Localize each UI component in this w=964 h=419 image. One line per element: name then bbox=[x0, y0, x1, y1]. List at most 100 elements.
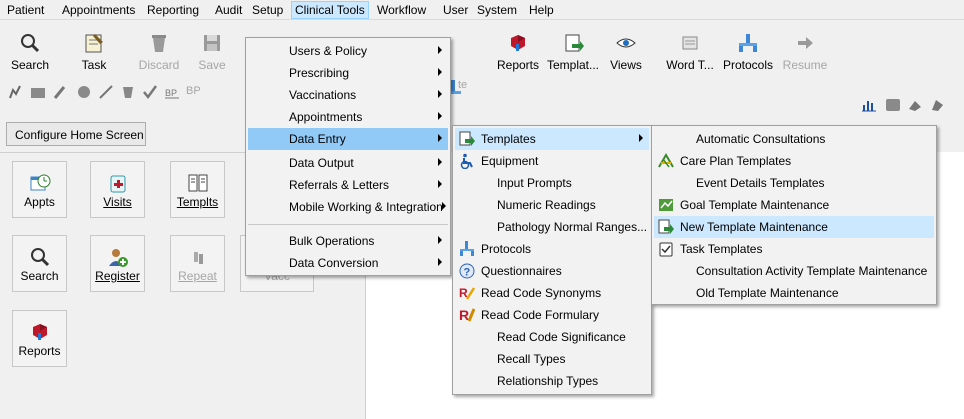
menu-item-label: Data Entry bbox=[289, 132, 346, 146]
menu-item-label: Read Code Formulary bbox=[481, 308, 600, 322]
chart-icon[interactable] bbox=[861, 97, 877, 113]
register-user-icon bbox=[108, 249, 128, 267]
dropper-icon[interactable] bbox=[52, 84, 68, 100]
tile-appts[interactable]: Appts bbox=[12, 161, 67, 218]
menu-item-numeric-readings[interactable]: Numeric Readings bbox=[455, 194, 649, 216]
tile-reports-label: Reports bbox=[18, 344, 61, 358]
menu-audit[interactable]: Audit bbox=[215, 3, 242, 17]
toolbar-save-button[interactable]: Save bbox=[192, 22, 232, 76]
menu-item-recall-types[interactable]: Recall Types bbox=[455, 348, 649, 370]
toolbar-discard-button[interactable]: Discard bbox=[134, 22, 184, 76]
menu-item-equipment[interactable]: Equipment bbox=[455, 150, 649, 172]
toolbar-views-button[interactable]: Views bbox=[606, 22, 646, 76]
toolbar-bp-text[interactable]: BP bbox=[186, 85, 201, 97]
toolbar-task-label: Task bbox=[81, 58, 107, 72]
tile-templts[interactable]: Templts bbox=[170, 161, 225, 218]
menu-appointments[interactable]: Appointments bbox=[62, 3, 135, 17]
menu-item-automatic-consultations[interactable]: Automatic Consultations bbox=[654, 128, 934, 150]
menu-system[interactable]: System bbox=[477, 3, 517, 17]
check-icon[interactable] bbox=[142, 84, 158, 100]
menu-item-data-entry[interactable]: Data Entry bbox=[248, 128, 448, 150]
drug-icon[interactable] bbox=[76, 84, 92, 100]
toolbar-reports-button[interactable]: Reports bbox=[493, 22, 543, 76]
menu-item-label: Old Template Maintenance bbox=[696, 286, 839, 300]
care-plan-icon bbox=[658, 153, 674, 168]
menu-workflow[interactable]: Workflow bbox=[377, 3, 426, 17]
menu-item-label: Prescribing bbox=[289, 66, 350, 80]
menu-user[interactable]: User bbox=[443, 3, 468, 17]
bin-icon[interactable] bbox=[120, 84, 136, 100]
folder-icon[interactable] bbox=[30, 84, 46, 100]
toolbar-word-templates-button[interactable]: Word T... bbox=[666, 22, 714, 76]
menu-item-old-template-maintenance[interactable]: Old Template Maintenance bbox=[654, 282, 934, 304]
menu-item-mobile-working[interactable]: Mobile Working & Integration bbox=[248, 196, 448, 218]
menu-item-appointments[interactable]: Appointments bbox=[248, 106, 448, 128]
menu-item-goal-template-maintenance[interactable]: Goal Template Maintenance bbox=[654, 194, 934, 216]
tool-icon[interactable] bbox=[907, 97, 923, 113]
menu-item-vaccinations[interactable]: Vaccinations bbox=[248, 84, 448, 106]
calendar-clock-icon bbox=[30, 174, 50, 191]
menu-item-relationship-types[interactable]: Relationship Types bbox=[455, 370, 649, 392]
book-icon bbox=[188, 174, 207, 192]
menu-item-care-plan-templates[interactable]: Care Plan Templates bbox=[654, 150, 934, 172]
menu-reporting[interactable]: Reporting bbox=[147, 3, 199, 17]
menu-item-label: Goal Template Maintenance bbox=[680, 198, 830, 212]
configure-home-screen-button[interactable]: Configure Home Screen bbox=[6, 122, 146, 146]
submenu-arrow-icon bbox=[438, 258, 442, 266]
submenu-arrow-icon bbox=[639, 134, 643, 142]
menu-item-templates[interactable]: Templates bbox=[455, 128, 649, 150]
tile-repeat[interactable]: Repeat bbox=[170, 235, 225, 292]
toolbar-task-button[interactable]: Task bbox=[74, 22, 114, 76]
menu-item-data-output[interactable]: Data Output bbox=[248, 152, 448, 174]
reports-icon bbox=[511, 35, 525, 51]
menu-item-questionnaires[interactable]: ? Questionnaires bbox=[455, 260, 649, 282]
menu-patient[interactable]: Patient bbox=[7, 3, 44, 17]
needle-icon[interactable] bbox=[98, 84, 114, 100]
menu-item-label: Read Code Significance bbox=[497, 330, 626, 344]
protocols-icon bbox=[460, 241, 474, 256]
tile-register[interactable]: Register bbox=[90, 235, 145, 292]
toolbar-search-button[interactable]: Search bbox=[10, 22, 50, 76]
menu-item-label: Pathology Normal Ranges... bbox=[497, 220, 648, 234]
search-icon bbox=[21, 34, 40, 53]
menu-item-pathology-normal-ranges[interactable]: Pathology Normal Ranges... bbox=[455, 216, 649, 238]
menu-item-label: Equipment bbox=[481, 154, 539, 168]
menu-item-input-prompts[interactable]: Input Prompts bbox=[455, 172, 649, 194]
menu-item-consultation-activity-template-maintenance[interactable]: Consultation Activity Template Maintenan… bbox=[654, 260, 934, 282]
menu-item-read-code-significance[interactable]: Read Code Significance bbox=[455, 326, 649, 348]
menu-item-users-policy[interactable]: Users & Policy bbox=[248, 40, 448, 62]
toolbar-resume-button[interactable]: Resume bbox=[782, 22, 828, 76]
menu-item-label: Protocols bbox=[481, 242, 532, 256]
repeat-icon bbox=[193, 252, 203, 264]
menu-item-label: Data Conversion bbox=[289, 256, 379, 270]
menu-item-event-details-templates[interactable]: Event Details Templates bbox=[654, 172, 934, 194]
menu-item-read-code-synonyms[interactable]: R Read Code Synonyms bbox=[455, 282, 649, 304]
menu-item-bulk-operations[interactable]: Bulk Operations bbox=[248, 230, 448, 252]
tile-search[interactable]: Search bbox=[12, 235, 67, 292]
tile-reports[interactable]: Reports bbox=[12, 310, 67, 367]
menu-help[interactable]: Help bbox=[529, 3, 554, 17]
menu-item-label: Vaccinations bbox=[289, 88, 357, 102]
submenu-arrow-icon bbox=[438, 112, 442, 120]
toolbar-templates-button[interactable]: Templat... bbox=[544, 22, 602, 76]
menu-item-label: Input Prompts bbox=[497, 176, 572, 190]
menu-bar: Patient Appointments Reporting Audit Set… bbox=[0, 0, 964, 20]
pen-icon[interactable] bbox=[8, 84, 24, 100]
toolbar-protocols-button[interactable]: Protocols bbox=[720, 22, 776, 76]
bp-icon[interactable]: BP bbox=[165, 84, 181, 100]
menu-item-task-templates[interactable]: Task Templates bbox=[654, 238, 934, 260]
submenu-arrow-icon bbox=[438, 68, 442, 76]
menu-item-new-template-maintenance[interactable]: New Template Maintenance bbox=[654, 216, 934, 238]
menu-item-data-conversion[interactable]: Data Conversion bbox=[248, 252, 448, 274]
tool2-icon[interactable] bbox=[929, 97, 945, 113]
menu-item-prescribing[interactable]: Prescribing bbox=[248, 62, 448, 84]
menu-item-read-code-formulary[interactable]: R Read Code Formulary bbox=[455, 304, 649, 326]
menu-clinical-tools[interactable]: Clinical Tools bbox=[291, 1, 369, 19]
menu-setup[interactable]: Setup bbox=[252, 3, 283, 17]
image-icon[interactable] bbox=[885, 97, 901, 113]
tile-visits[interactable]: Visits bbox=[90, 161, 145, 218]
menu-item-protocols[interactable]: Protocols bbox=[455, 238, 649, 260]
menu-item-referrals-letters[interactable]: Referrals & Letters bbox=[248, 174, 448, 196]
tile-search-label: Search bbox=[20, 269, 59, 283]
menu-item-label: Data Output bbox=[289, 156, 354, 170]
